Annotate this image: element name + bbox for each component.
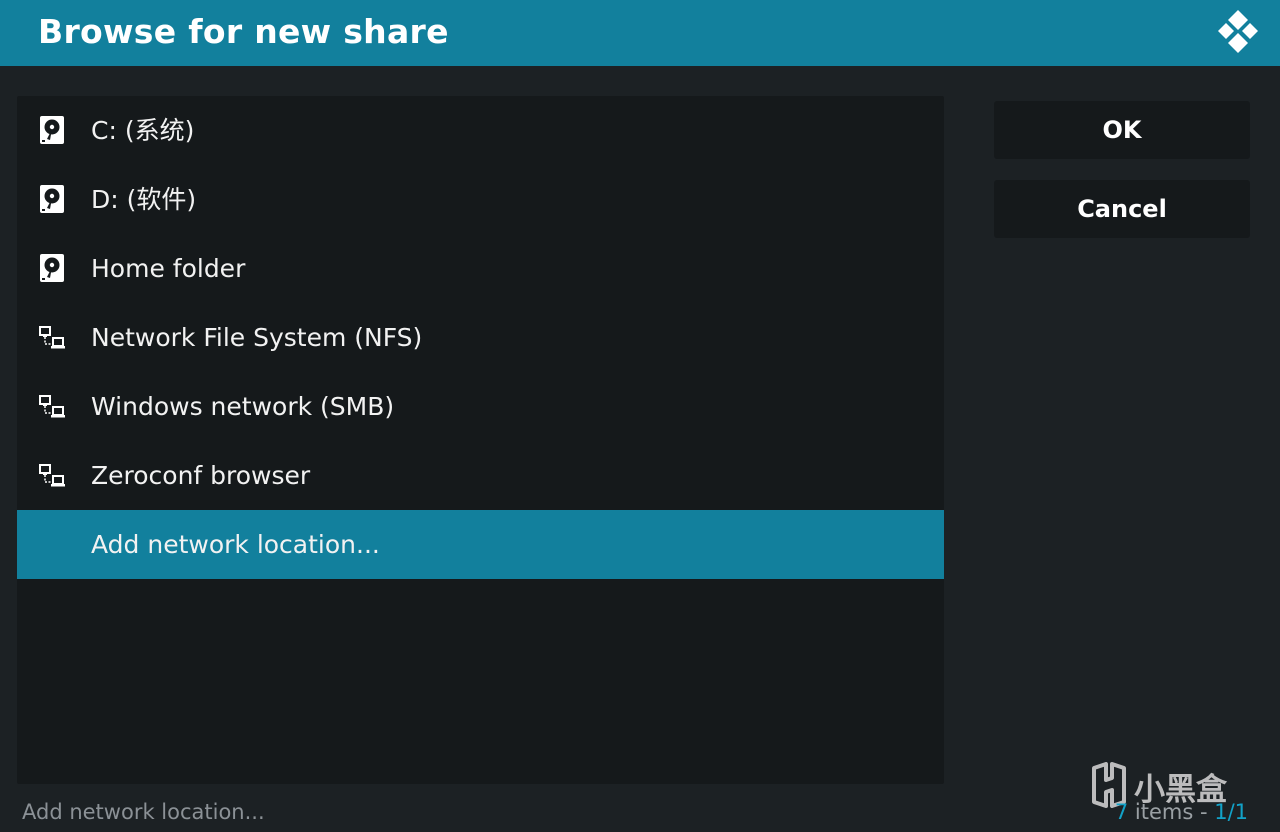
list-item-d-drive[interactable]: D: (软件): [17, 165, 944, 234]
hard-drive-icon: [40, 185, 64, 213]
network-icon: [39, 464, 65, 487]
item-count-text: items -: [1128, 800, 1215, 824]
selected-item-label: Add network location...: [22, 800, 265, 824]
hard-drive-icon: [40, 254, 64, 282]
ok-button[interactable]: OK: [994, 101, 1250, 159]
list-item-label: Windows network (SMB): [91, 392, 395, 421]
share-list: C: (系统) D: (软件) Home folder Network File…: [17, 96, 944, 784]
dialog-title: Browse for new share: [38, 12, 449, 51]
item-count-number: 7: [1114, 800, 1129, 824]
list-item-nfs[interactable]: Network File System (NFS): [17, 303, 944, 372]
item-count: 7 items - 1/1: [1115, 800, 1248, 824]
list-item-home-folder[interactable]: Home folder: [17, 234, 944, 303]
list-item-smb[interactable]: Windows network (SMB): [17, 372, 944, 441]
list-item-label: D: (软件): [91, 185, 197, 214]
list-item-label: C: (系统): [91, 116, 195, 145]
page-indicator: 1/1: [1214, 800, 1248, 824]
hard-drive-icon: [40, 116, 64, 144]
list-item-add-network-location[interactable]: Add network location...: [17, 510, 944, 579]
list-item-label: Zeroconf browser: [91, 461, 311, 490]
list-item-c-drive[interactable]: C: (系统): [17, 96, 944, 165]
network-icon: [39, 326, 65, 349]
list-item-zeroconf[interactable]: Zeroconf browser: [17, 441, 944, 510]
cancel-button[interactable]: Cancel: [994, 180, 1250, 238]
list-item-label: Add network location...: [91, 530, 380, 559]
kodi-logo-icon: [1218, 10, 1258, 53]
dialog-header: Browse for new share: [0, 0, 1280, 66]
network-icon: [39, 395, 65, 418]
list-item-label: Home folder: [91, 254, 246, 283]
list-item-label: Network File System (NFS): [91, 323, 423, 352]
